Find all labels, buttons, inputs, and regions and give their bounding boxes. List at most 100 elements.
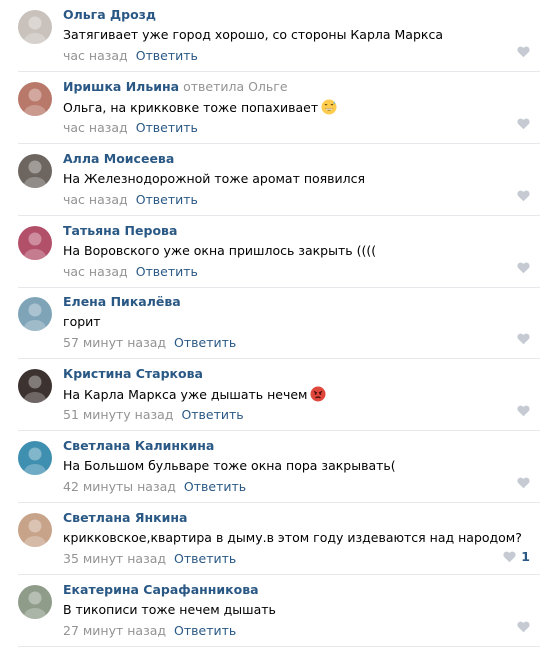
comment-text: На Карла Маркса уже дышать нечем <box>63 387 308 402</box>
author-name-link[interactable]: Светлана Янкина <box>63 510 187 525</box>
reply-to-text: ответила Ольге <box>183 79 288 94</box>
author-name-link[interactable]: Ольга Дрозд <box>63 7 156 22</box>
avatar[interactable] <box>18 441 52 475</box>
comment-time[interactable]: час назад <box>63 120 128 135</box>
comment-item: Иришка Ильина ответила Ольге Ольга, на кри… <box>0 72 540 144</box>
comment-text: В тикописи тоже нечем дышать <box>63 602 276 617</box>
comment-time[interactable]: 27 минут назад <box>63 623 166 638</box>
reply-button[interactable]: Ответить <box>136 120 198 135</box>
comment-author: Иришка Ильина ответила Ольге <box>63 79 288 94</box>
comment-item: Кристина Старкова На Карла Маркса уже дыш… <box>0 359 540 431</box>
comment-author: Елена Пикалёва <box>63 294 181 309</box>
like-button[interactable] <box>517 477 530 489</box>
angry-face-emoji <box>307 386 326 402</box>
comment-author: Светлана Янкина <box>63 510 187 525</box>
avatar[interactable] <box>18 369 52 403</box>
comment-meta: 27 минут назад Ответить <box>63 623 236 638</box>
comment-item: Алла Моисеева На Железнодорожной тоже аро… <box>0 144 540 216</box>
avatar[interactable] <box>18 82 52 116</box>
author-name-link[interactable]: Иришка Ильина <box>63 79 179 94</box>
comment-author: Екатерина Сарафанникова <box>63 582 259 597</box>
reply-button[interactable]: Ответить <box>136 264 198 279</box>
comment-text: горит <box>63 314 101 329</box>
author-name-link[interactable]: Алла Моисеева <box>63 151 174 166</box>
heart-icon <box>517 477 530 489</box>
comment-time[interactable]: 35 минут назад <box>63 551 166 566</box>
comment-meta: час назад Ответить <box>63 48 198 63</box>
avatar[interactable] <box>18 297 52 331</box>
avatar[interactable] <box>18 154 52 188</box>
comment-text-row: На Железнодорожной тоже аромат появился <box>63 171 365 186</box>
comment-item: Екатерина Сарафанникова В тикописи тоже н… <box>0 575 540 647</box>
comment-meta: час назад Ответить <box>63 264 198 279</box>
comment-item: Елена Пикалёва горит 57 минут назад Ответит… <box>0 287 540 359</box>
grinning-sweat-emoji <box>318 99 337 115</box>
comment-text-row: На Большом бульваре тоже окна пора закры… <box>63 458 396 473</box>
like-button[interactable] <box>517 405 530 417</box>
reply-button[interactable]: Ответить <box>174 335 236 350</box>
comment-author: Ольга Дрозд <box>63 7 156 22</box>
heart-icon <box>517 333 530 345</box>
heart-icon <box>517 621 530 633</box>
comment-author: Светлана Калинкина <box>63 438 214 453</box>
comment-text: На Большом бульваре тоже окна пора закры… <box>63 458 396 473</box>
like-count: 1 <box>521 549 530 564</box>
comment-time[interactable]: 51 минуту назад <box>63 407 173 422</box>
comment-item: Светлана Янкина крикковское,квартира в ды… <box>0 503 540 575</box>
reply-button[interactable]: Ответить <box>181 407 243 422</box>
comment-time[interactable]: час назад <box>63 192 128 207</box>
comment-text-row: горит <box>63 314 101 329</box>
heart-icon <box>517 46 530 58</box>
like-button[interactable] <box>517 262 530 274</box>
avatar[interactable] <box>18 10 52 44</box>
comment-item: Ольга Дрозд Затягивает уже город хорошо, … <box>0 0 540 72</box>
like-button[interactable] <box>517 118 530 130</box>
comment-text-row: крикковское,квартира в дыму.в этом году … <box>63 530 522 545</box>
comment-text-row: Затягивает уже город хорошо, со стороны … <box>63 27 443 42</box>
comment-time[interactable]: 42 минуты назад <box>63 479 176 494</box>
comment-meta: 57 минут назад Ответить <box>63 335 236 350</box>
author-name-link[interactable]: Екатерина Сарафанникова <box>63 582 259 597</box>
like-button[interactable]: 1 <box>503 549 530 564</box>
reply-button[interactable]: Ответить <box>174 623 236 638</box>
comment-author: Кристина Старкова <box>63 366 203 381</box>
author-name-link[interactable]: Кристина Старкова <box>63 366 203 381</box>
like-button[interactable] <box>517 46 530 58</box>
divider <box>18 646 540 647</box>
comment-meta: час назад Ответить <box>63 120 198 135</box>
avatar[interactable] <box>18 585 52 619</box>
comment-time[interactable]: час назад <box>63 48 128 63</box>
like-button[interactable] <box>517 621 530 633</box>
comment-time[interactable]: час назад <box>63 264 128 279</box>
comment-text: На Железнодорожной тоже аромат появился <box>63 171 366 186</box>
heart-icon <box>517 118 530 130</box>
like-button[interactable] <box>517 333 530 345</box>
comments-list: Ольга Дрозд Затягивает уже город хорошо, … <box>0 0 550 648</box>
comment-text-row: Ольга, на крикковке тоже попахивает <box>63 99 337 115</box>
avatar[interactable] <box>18 226 52 260</box>
author-name-link[interactable]: Елена Пикалёва <box>63 294 181 309</box>
comment-text: Затягивает уже город хорошо, со стороны … <box>63 27 443 42</box>
reply-button[interactable]: Ответить <box>174 551 236 566</box>
comment-meta: 51 минуту назад Ответить <box>63 407 244 422</box>
heart-icon <box>517 190 530 202</box>
comment-text-row: В тикописи тоже нечем дышать <box>63 602 276 617</box>
reply-button[interactable]: Ответить <box>184 479 246 494</box>
comment-author: Татьяна Перова <box>63 223 177 238</box>
comment-text: крикковское,квартира в дыму.в этом году … <box>63 530 522 545</box>
comment-text-row: На Карла Маркса уже дышать нечем <box>63 386 326 402</box>
comment-text: Ольга, на крикковке тоже попахивает <box>63 100 319 115</box>
avatar[interactable] <box>18 513 52 547</box>
author-name-link[interactable]: Татьяна Перова <box>63 223 177 238</box>
author-name-link[interactable]: Светлана Калинкина <box>63 438 214 453</box>
reply-button[interactable]: Ответить <box>136 192 198 207</box>
reply-button[interactable]: Ответить <box>136 48 198 63</box>
like-button[interactable] <box>517 190 530 202</box>
heart-icon <box>503 551 516 563</box>
comment-meta: 42 минуты назад Ответить <box>63 479 246 494</box>
comment-meta: час назад Ответить <box>63 192 198 207</box>
comment-item: Светлана Калинкина На Большом бульваре то… <box>0 431 540 503</box>
comment-meta: 35 минут назад Ответить <box>63 551 236 566</box>
comment-text: На Воровского уже окна пришлось закрыть … <box>63 243 377 258</box>
comment-time[interactable]: 57 минут назад <box>63 335 166 350</box>
